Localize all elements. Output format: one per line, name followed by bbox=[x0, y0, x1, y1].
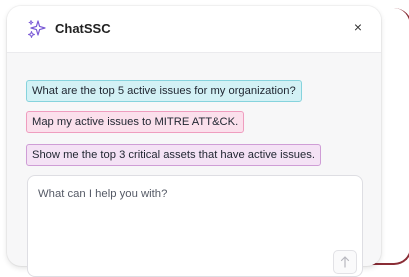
suggestion-chip-mitre-map[interactable]: Map my active issues to MITRE ATT&CK. bbox=[26, 111, 245, 133]
suggestion-chip-top-issues[interactable]: What are the top 5 active issues for my … bbox=[26, 80, 302, 102]
chat-input-placeholder: What can I help you with? bbox=[38, 188, 168, 200]
send-button[interactable] bbox=[333, 250, 357, 274]
app-title: ChatSSC bbox=[55, 21, 111, 36]
suggestion-chip-critical-assets[interactable]: Show me the top 3 critical assets that h… bbox=[26, 144, 321, 166]
chat-header: ChatSSC × bbox=[7, 6, 381, 53]
close-button[interactable]: × bbox=[350, 18, 366, 36]
arrow-up-icon bbox=[340, 256, 350, 268]
sparkles-icon bbox=[28, 20, 46, 38]
chat-panel: ChatSSC × What are the top 5 active issu… bbox=[7, 6, 381, 277]
chat-input[interactable]: What can I help you with? bbox=[27, 175, 363, 277]
